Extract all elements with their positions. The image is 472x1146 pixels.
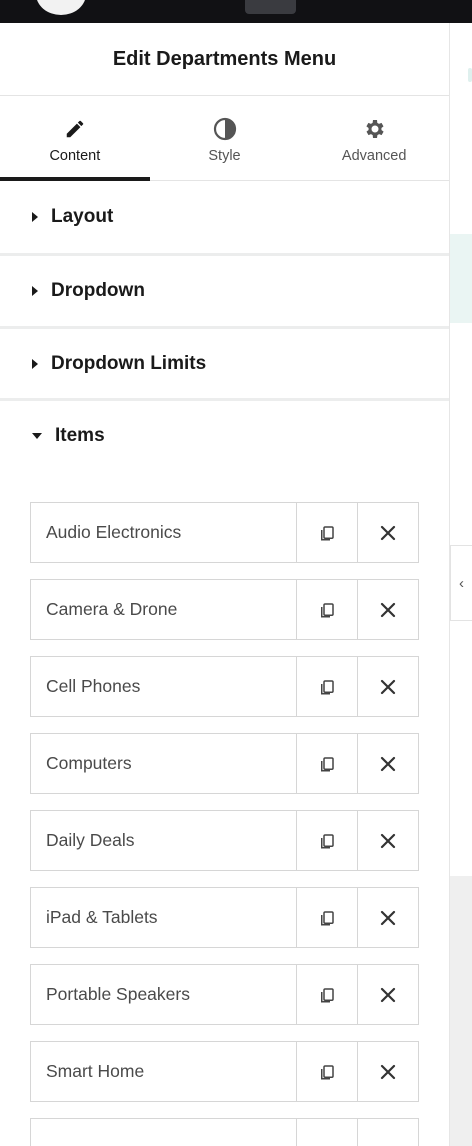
close-icon — [380, 987, 396, 1002]
section-title: Items — [55, 425, 105, 446]
logo-icon[interactable] — [36, 0, 86, 15]
section-title: Layout — [51, 206, 114, 227]
duplicate-button[interactable] — [296, 1042, 357, 1101]
remove-button[interactable] — [357, 888, 418, 947]
items-repeater: Audio Electronics Camera & Drone Cell Ph… — [0, 471, 449, 1146]
tab-label: Style — [208, 148, 241, 164]
top-bar — [0, 0, 472, 23]
tab-label: Content — [49, 148, 101, 164]
caret-right-icon — [32, 286, 38, 296]
item-label[interactable]: iPad & Tablets — [31, 888, 296, 947]
close-icon — [380, 833, 396, 848]
item-label[interactable]: Smart Home — [31, 1042, 296, 1101]
copy-icon — [321, 910, 334, 925]
remove-button[interactable] — [357, 580, 418, 639]
preview-element — [468, 68, 472, 82]
copy-icon — [321, 1064, 334, 1079]
item-label[interactable]: Computers — [31, 734, 296, 793]
section-title: Dropdown Limits — [51, 352, 207, 374]
repeater-item[interactable]: Audio Electronics — [30, 502, 419, 563]
tab-style[interactable]: Style — [150, 96, 300, 180]
repeater-item[interactable]: Daily Deals — [30, 810, 419, 871]
gear-icon — [362, 116, 386, 142]
close-icon — [380, 525, 396, 540]
editor-panel: Edit Departments Menu Content Style Adva… — [0, 23, 450, 1146]
tab-advanced[interactable]: Advanced — [299, 96, 449, 180]
duplicate-button[interactable] — [296, 888, 357, 947]
top-bar-button[interactable] — [245, 0, 296, 14]
item-label[interactable] — [31, 1119, 296, 1146]
copy-icon — [321, 679, 334, 694]
remove-button[interactable] — [357, 1119, 418, 1146]
tab-bar: Content Style Advanced — [0, 96, 449, 181]
repeater-item[interactable] — [30, 1118, 419, 1146]
close-icon — [380, 910, 396, 925]
item-label[interactable]: Audio Electronics — [31, 503, 296, 562]
preview-block — [450, 876, 472, 1146]
close-icon — [380, 602, 396, 617]
copy-icon — [321, 987, 334, 1002]
section-dropdown[interactable]: Dropdown — [0, 256, 449, 329]
caret-right-icon — [32, 358, 38, 369]
item-label[interactable]: Daily Deals — [31, 811, 296, 870]
close-icon — [380, 1064, 396, 1079]
copy-icon — [321, 525, 334, 540]
section-layout[interactable]: Layout — [0, 181, 449, 256]
copy-icon — [321, 756, 334, 771]
section-title: Dropdown — [51, 280, 145, 301]
section-items[interactable]: Items — [0, 401, 449, 471]
repeater-item[interactable]: Portable Speakers — [30, 964, 419, 1025]
remove-button[interactable] — [357, 657, 418, 716]
collapse-panel-button[interactable]: ‹ — [450, 545, 472, 621]
item-label[interactable]: Portable Speakers — [31, 965, 296, 1024]
duplicate-button[interactable] — [296, 811, 357, 870]
tab-content[interactable]: Content — [0, 96, 150, 181]
tab-label: Advanced — [341, 148, 407, 164]
repeater-item[interactable]: iPad & Tablets — [30, 887, 419, 948]
duplicate-button[interactable] — [296, 580, 357, 639]
repeater-item[interactable]: Cell Phones — [30, 656, 419, 717]
copy-icon — [321, 833, 334, 848]
duplicate-button[interactable] — [296, 734, 357, 793]
contrast-icon — [213, 116, 237, 142]
duplicate-button[interactable] — [296, 503, 357, 562]
remove-button[interactable] — [357, 1042, 418, 1101]
copy-icon — [321, 602, 334, 617]
close-icon — [380, 756, 396, 771]
repeater-item[interactable]: Computers — [30, 733, 419, 794]
chevron-left-icon: ‹ — [459, 574, 464, 592]
pencil-icon — [64, 116, 86, 142]
remove-button[interactable] — [357, 965, 418, 1024]
duplicate-button[interactable] — [296, 1119, 357, 1146]
remove-button[interactable] — [357, 734, 418, 793]
panel-title: Edit Departments Menu — [0, 23, 449, 96]
section-dropdown-limits[interactable]: Dropdown Limits — [0, 329, 449, 401]
item-label[interactable]: Cell Phones — [31, 657, 296, 716]
repeater-item[interactable]: Smart Home — [30, 1041, 419, 1102]
close-icon — [380, 679, 396, 694]
caret-down-icon — [32, 433, 42, 439]
duplicate-button[interactable] — [296, 657, 357, 716]
item-label[interactable]: Camera & Drone — [31, 580, 296, 639]
remove-button[interactable] — [357, 811, 418, 870]
remove-button[interactable] — [357, 503, 418, 562]
preview-highlight — [450, 234, 472, 323]
caret-right-icon — [32, 212, 38, 222]
duplicate-button[interactable] — [296, 965, 357, 1024]
repeater-item[interactable]: Camera & Drone — [30, 579, 419, 640]
